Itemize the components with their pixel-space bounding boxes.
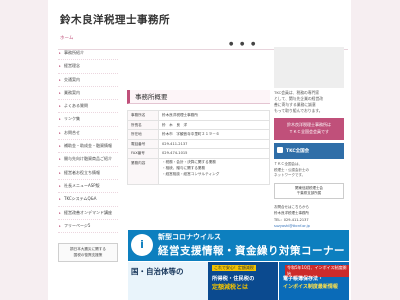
bullet-icon: ▸	[59, 104, 61, 109]
table-row: 所長名鈴 木 良 洋	[127, 119, 270, 130]
sidebar-item[interactable]: ▸ TKCシステムQ&A	[58, 193, 118, 207]
slide-dot[interactable]: ●	[229, 41, 233, 47]
info-icon: i	[131, 234, 153, 256]
right-column: TKC会員は、税務の専門家 として、関与先企業の経営改 善に寄与する業務に誠意 …	[274, 47, 344, 230]
sidebar-item[interactable]: ▸ 経営理念	[58, 60, 118, 74]
site-title[interactable]: 鈴木良洋税理士事務所	[60, 12, 170, 27]
slide-dot[interactable]: ●	[251, 41, 255, 47]
bullet-icon: ▸	[59, 210, 61, 215]
sidebar-item[interactable]: ▸ 社長メニューASP版	[58, 180, 118, 194]
government-support-banner[interactable]: 国・自治体等の	[128, 262, 210, 300]
email-link[interactable]: suzyoshi@tkcnf.or.jp	[274, 223, 344, 230]
slide-dot[interactable]: ●	[240, 41, 244, 47]
sidebar-item[interactable]: ▸ 開与先向け融資商品ご紹介	[58, 153, 118, 167]
tax-cut-banner[interactable]: これで安心！定額減税 所得税・住民税の 定額減税とは	[208, 262, 278, 300]
tax-association-box[interactable]: 関東信越税理士会 千葉県支部所属	[274, 182, 344, 199]
bullet-icon: ▸	[59, 144, 61, 149]
sidebar-item[interactable]: ▸ よくある質問	[58, 100, 118, 114]
contact-info: お問合せはこちらから 鈴木良洋税理士事務所 TEL：029-411-2137 s…	[274, 204, 344, 230]
bullet-icon: ▸	[59, 90, 61, 95]
hero-image-area	[127, 52, 269, 88]
corona-support-banner[interactable]: i 新型コロナウイルス 経営支援情報・資金繰り対策コーナー	[128, 230, 349, 261]
table-row: 所在地 鈴木市 字観音寺中里町２１９－６	[127, 129, 270, 140]
sidebar-item[interactable]: ▸ 経営者お役立ち情報	[58, 167, 118, 180]
sidebar-item[interactable]: ▸ フリーページ5	[58, 220, 118, 234]
sidebar-item[interactable]: ▸ リンク集	[58, 113, 118, 127]
section-title: 事務所概要	[127, 90, 270, 104]
bullet-icon: ▸	[59, 223, 61, 228]
bullet-icon: ▸	[59, 77, 61, 82]
sidebar-item[interactable]: ▸ 経営改善オンデマンド講座	[58, 207, 118, 220]
invoice-system-banner[interactable]: 令和5年10月、インボイス制度開始 電子帳簿保存法・ インボイス制度最新情報	[279, 262, 349, 300]
bullet-icon: ▸	[59, 51, 61, 55]
sidebar-item[interactable]: ▸ 補助金・助成金・融資情報	[58, 140, 118, 154]
bullet-icon: ▸	[59, 64, 61, 69]
sidebar-item[interactable]: ▸ お問合せ	[58, 127, 118, 141]
bullet-icon: ▸	[59, 157, 61, 162]
bullet-icon: ▸	[59, 117, 61, 122]
bullet-icon: ▸	[59, 183, 61, 188]
sidebar-item[interactable]: ▸ 交通案内	[58, 74, 118, 87]
bullet-icon: ▸	[59, 197, 61, 202]
table-row: 事務所名 鈴木良洋税理士事務所	[127, 110, 270, 121]
bullet-icon: ▸	[59, 170, 61, 175]
tkc-member-box: 鈴木良洋税理士事務所は ＴＫＣ全国会会員です	[274, 118, 344, 140]
table-row: 電話番号 029-411-2137	[127, 138, 270, 149]
office-info-table: 事務所名 鈴木良洋税理士事務所 所長名鈴 木 良 洋 所在地 鈴木市 字観音寺中里町…	[127, 110, 270, 185]
sidebar-menu: ▸ 事務所紹介 ▸ 経営理念 ▸ 交通案内 ▸ 業務案内 ▸ よくある質問 ▸ リンク集 ▸…	[58, 47, 118, 234]
table-row: 業務内容 ・税務・会計・決算に関する業務 ・相続、贈与に関する業務 ・経営相談・…	[127, 157, 270, 185]
sidebar-item[interactable]: ▸ 業務案内	[58, 87, 118, 101]
office-photo	[274, 47, 344, 88]
table-row: FAX番号 029-474-1015	[127, 148, 270, 159]
earthquake-support-banner[interactable]: 損日本大震災に関する 国税の復興支援策	[58, 243, 118, 262]
tkc-logo-icon	[277, 147, 283, 153]
sidebar-item[interactable]: ▸ 事務所紹介	[58, 47, 118, 61]
bullet-icon: ▸	[59, 130, 61, 135]
tkc-banner[interactable]: TKC全国会	[274, 143, 344, 159]
